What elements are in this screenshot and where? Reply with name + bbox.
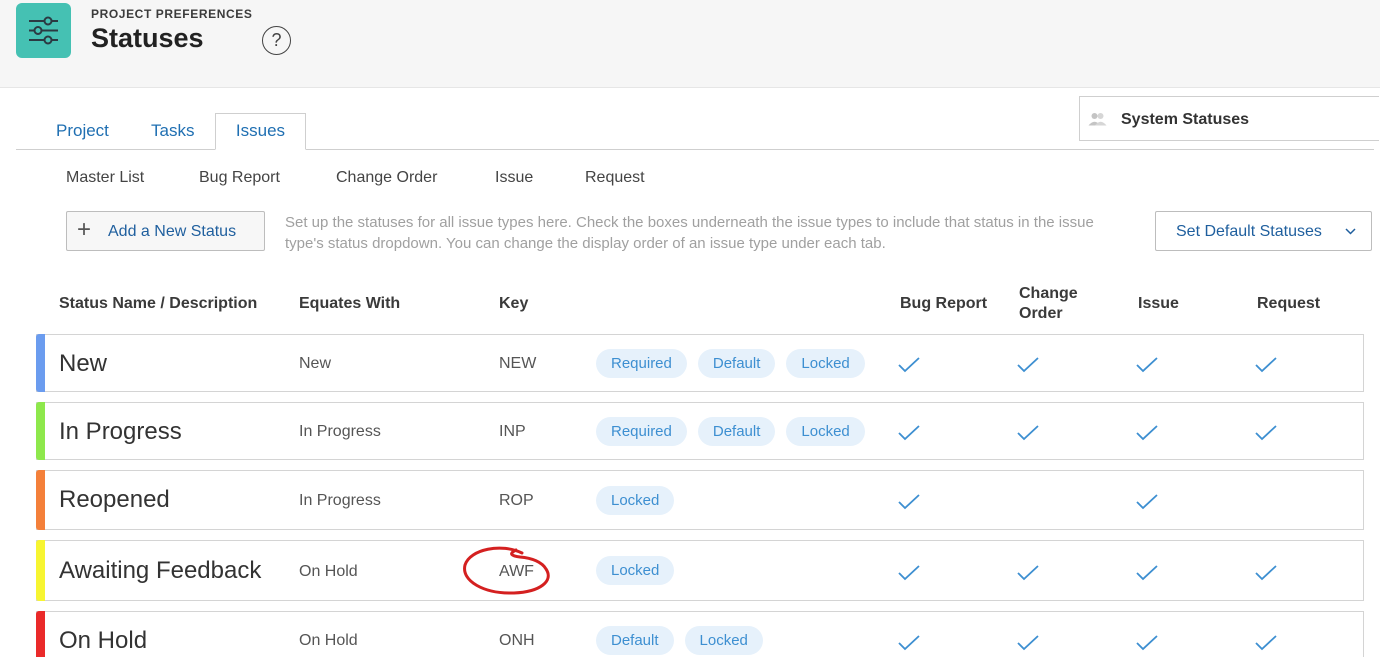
status-key: INP	[499, 423, 526, 440]
status-name[interactable]: Awaiting Feedback	[59, 557, 261, 585]
check-icon-issue[interactable]	[1136, 425, 1158, 441]
tab-project[interactable]: Project	[56, 121, 109, 141]
status-key: ROP	[499, 492, 534, 509]
col-bug-report: Bug Report	[900, 295, 988, 312]
status-name[interactable]: Reopened	[59, 486, 170, 514]
col-request: Request	[1257, 295, 1321, 312]
users-icon	[1088, 113, 1107, 126]
equates-with: In Progress	[299, 423, 381, 440]
status-name[interactable]: New	[59, 350, 107, 378]
status-color-bar	[36, 540, 45, 601]
table-row[interactable]: Reopened In Progress ROP Locked	[36, 470, 1364, 530]
status-name[interactable]: On Hold	[59, 627, 147, 655]
check-icon-bug-report[interactable]	[898, 635, 920, 651]
col-issue: Issue	[1138, 295, 1179, 312]
col-change-order-line1: Change	[1019, 285, 1078, 302]
check-icon-bug-report[interactable]	[898, 564, 920, 581]
check-icon-bug-report[interactable]	[898, 494, 920, 510]
col-change-order: Change Order	[1019, 284, 1078, 324]
status-tags: Locked	[596, 486, 675, 515]
tag-required: Required	[596, 417, 687, 446]
subtab-master-list[interactable]: Master List	[66, 169, 144, 187]
check-icon-change-order[interactable]	[1017, 425, 1039, 441]
status-name[interactable]: In Progress	[59, 418, 182, 446]
add-status-label: Add a New Status	[108, 223, 237, 240]
page-title: Statuses	[91, 23, 204, 53]
tag-locked: Locked	[596, 486, 675, 515]
equates-with: In Progress	[299, 492, 381, 509]
set-default-statuses-button[interactable]: Set Default Statuses	[1155, 211, 1372, 251]
status-color-bar	[36, 402, 45, 460]
check-icon-bug-report[interactable]	[898, 357, 920, 373]
check-icon-request[interactable]	[1255, 635, 1277, 651]
status-key: NEW	[499, 355, 537, 372]
tag-locked: Locked	[684, 626, 763, 655]
chevron-down-icon	[1345, 228, 1356, 235]
help-icon[interactable]: ?	[262, 26, 291, 55]
check-icon-issue[interactable]	[1136, 357, 1158, 373]
check-icon-issue[interactable]	[1136, 564, 1158, 581]
equates-with: On Hold	[299, 563, 358, 580]
tab-issues[interactable]: Issues	[215, 113, 306, 150]
system-statuses-selector[interactable]: System Statuses	[1079, 96, 1379, 141]
tag-locked: Locked	[786, 349, 865, 378]
check-icon-bug-report[interactable]	[898, 425, 920, 441]
plus-icon: +	[77, 216, 92, 243]
system-statuses-label: System Statuses	[1121, 111, 1250, 128]
col-key: Key	[499, 295, 529, 312]
status-tags: Locked	[596, 556, 675, 585]
subtab-issue[interactable]: Issue	[495, 169, 533, 187]
page-header: PROJECT PREFERENCES Statuses ?	[0, 0, 1380, 88]
status-color-bar	[36, 334, 45, 392]
tag-default: Default	[697, 349, 776, 378]
subtab-request[interactable]: Request	[585, 169, 645, 187]
subtab-change-order[interactable]: Change Order	[336, 169, 437, 187]
tag-locked: Locked	[596, 556, 675, 585]
page-eyebrow: PROJECT PREFERENCES	[91, 7, 253, 21]
equates-with: New	[299, 355, 332, 372]
tag-required: Required	[596, 349, 687, 378]
status-color-bar	[36, 611, 45, 657]
check-icon-request[interactable]	[1255, 357, 1277, 373]
add-status-button[interactable]: + Add a New Status	[66, 211, 265, 251]
check-icon-change-order[interactable]	[1017, 357, 1039, 373]
table-row[interactable]: Awaiting Feedback On Hold AWF Locked	[36, 540, 1364, 601]
status-tags: Required Default Locked	[596, 417, 865, 446]
tag-default: Default	[596, 626, 674, 655]
status-key: ONH	[499, 632, 535, 649]
check-icon-change-order[interactable]	[1017, 564, 1039, 581]
check-icon-request[interactable]	[1255, 425, 1277, 441]
status-tags: Default Locked	[596, 626, 763, 655]
table-row[interactable]: On Hold On Hold ONH Default Locked	[36, 611, 1364, 657]
check-icon-issue[interactable]	[1136, 635, 1158, 651]
set-default-statuses-label: Set Default Statuses	[1176, 223, 1322, 240]
tab-tasks[interactable]: Tasks	[151, 121, 194, 141]
table-row[interactable]: In Progress In Progress INP Required Default…	[36, 402, 1364, 460]
tag-locked: Locked	[786, 417, 865, 446]
table-row[interactable]: New New NEW Required Default Locked	[36, 334, 1364, 392]
sliders-icon	[16, 3, 71, 58]
subtab-bug-report[interactable]: Bug Report	[199, 169, 280, 187]
status-tags: Required Default Locked	[596, 349, 865, 378]
col-equates-with: Equates With	[299, 295, 401, 312]
help-text: Set up the statuses for all issue types …	[285, 214, 1094, 252]
status-color-bar	[36, 470, 45, 530]
col-status-name: Status Name / Description	[59, 295, 258, 312]
annotation-circle	[463, 546, 550, 595]
check-icon-change-order[interactable]	[1017, 635, 1039, 651]
check-icon-request[interactable]	[1255, 564, 1277, 581]
equates-with: On Hold	[299, 632, 358, 649]
check-icon-issue[interactable]	[1136, 494, 1158, 510]
tag-default: Default	[697, 417, 776, 446]
col-change-order-line2: Order	[1019, 305, 1063, 322]
